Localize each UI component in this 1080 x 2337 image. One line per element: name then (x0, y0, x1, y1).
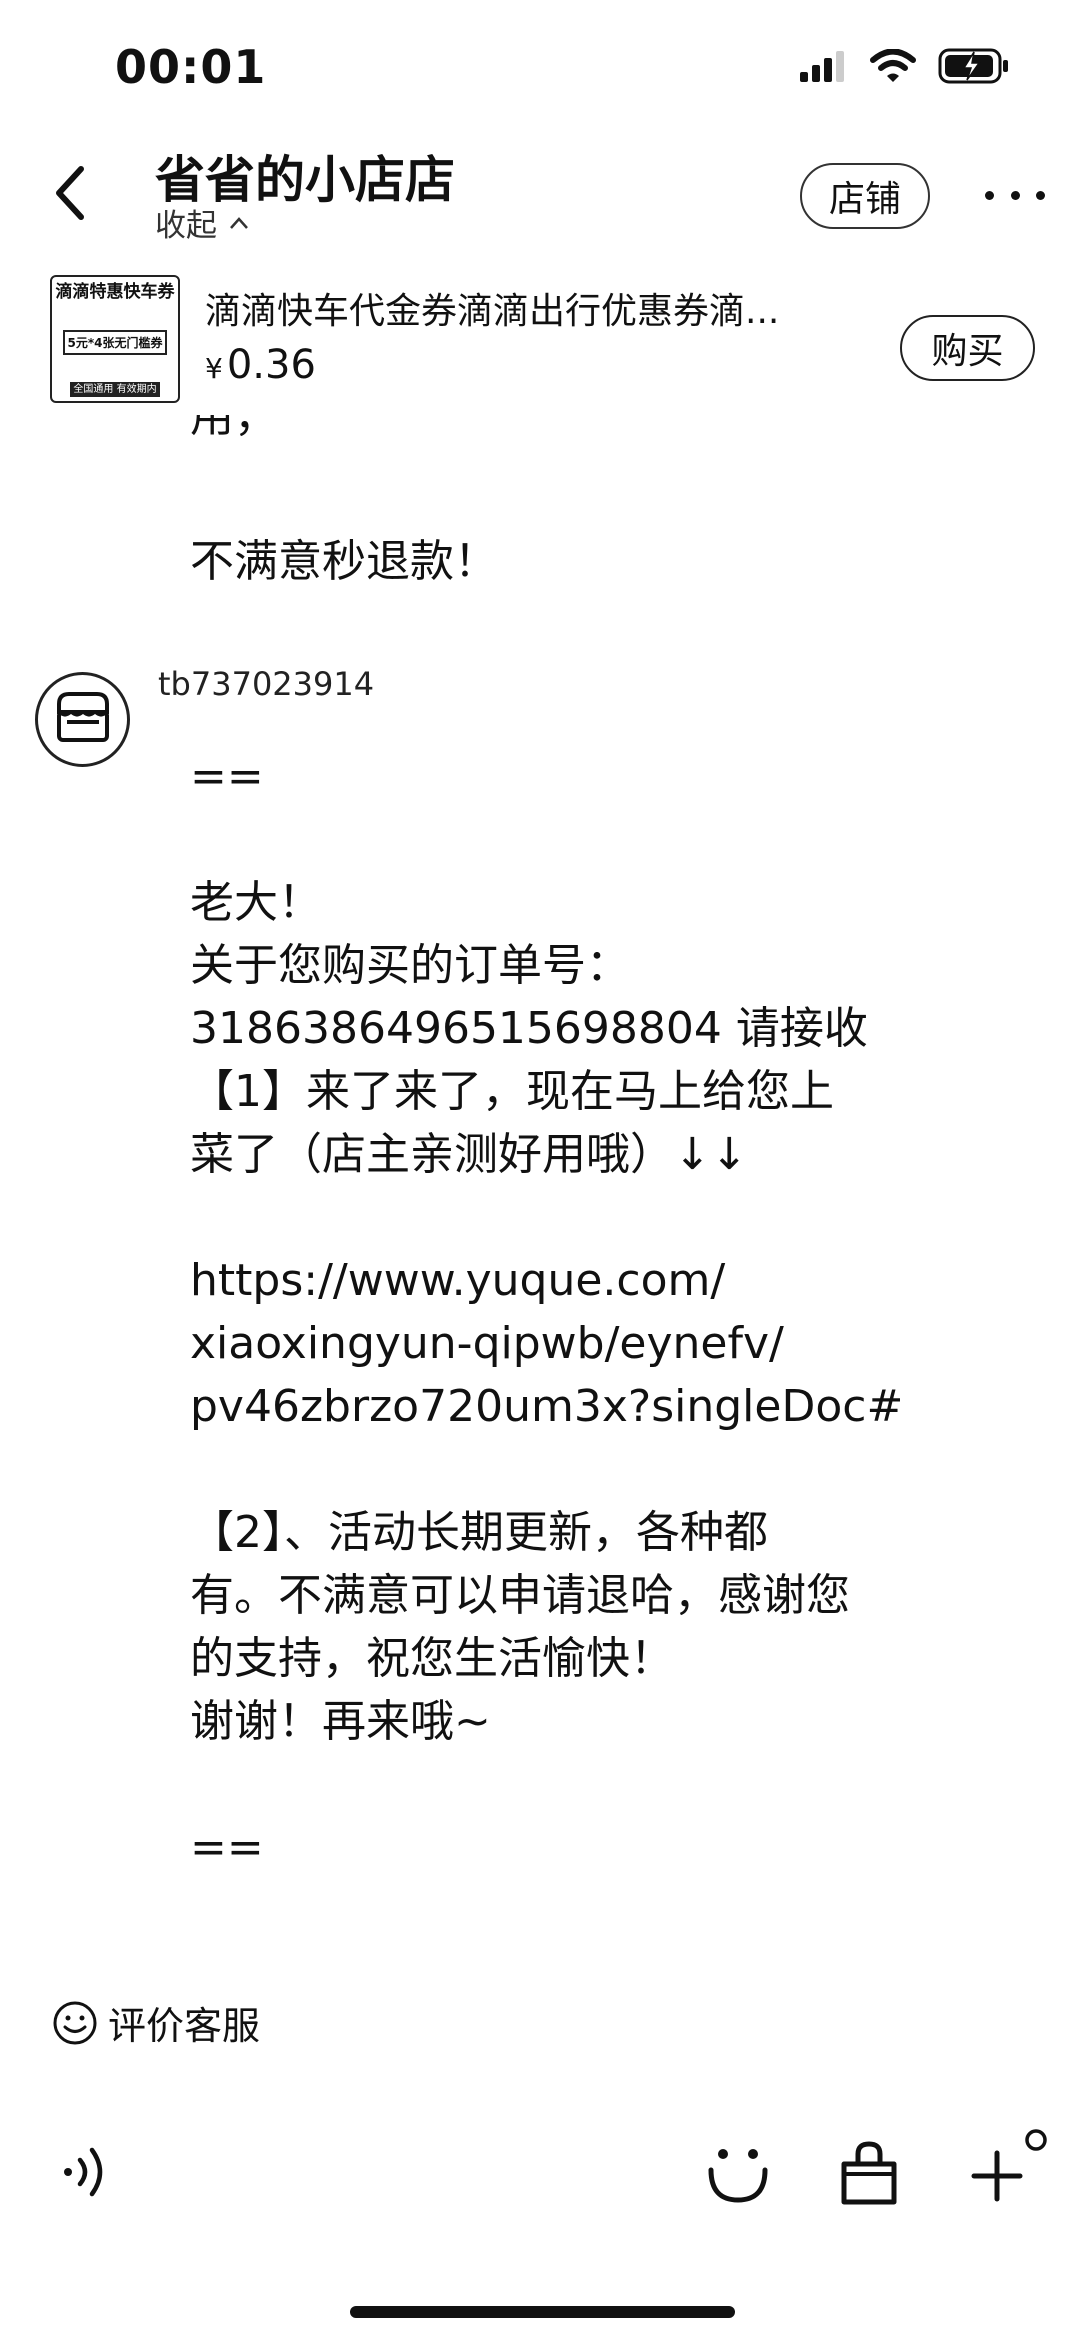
currency-symbol: ¥ (205, 352, 223, 385)
message-paragraph (190, 1753, 950, 1816)
message-paragraph: 【2】、活动长期更新，各种都 (190, 1507, 768, 1558)
message-paragraph (190, 808, 950, 871)
thumb-top-text: 滴滴特惠快车券 (55, 282, 175, 302)
message-paragraph: 有。不满意可以申请退哈，感谢您 (190, 1570, 850, 1621)
message-paragraph (190, 1438, 950, 1501)
partial-message-text: 用， (190, 415, 278, 442)
back-button[interactable] (45, 158, 95, 228)
rate-service-button[interactable]: 评价客服 (52, 1995, 260, 2050)
price-value: 0.36 (226, 342, 316, 388)
store-button[interactable]: 店铺 (800, 163, 930, 229)
status-icons (800, 48, 1010, 84)
message-paragraph (190, 1186, 950, 1249)
message-paragraph: == (190, 751, 264, 802)
message-line: 不满意秒退款！ (190, 536, 498, 587)
message-link[interactable]: xiaoxingyun-qipwb/eynefv/ (190, 1312, 950, 1375)
product-thumbnail[interactable]: 滴滴特惠快车券 5元*4张无门槛券 全国通用 有效期内 (50, 275, 180, 403)
thumb-bottom-text: 全国通用 有效期内 (70, 382, 160, 397)
rate-service-label: 评价客服 (108, 2004, 261, 2048)
message-paragraph: 3186386496515698804 请接收 (190, 1003, 868, 1054)
buy-button[interactable]: 购买 (900, 315, 1035, 381)
message-paragraph: 关于您购买的订单号： (190, 940, 630, 991)
home-indicator[interactable] (350, 2306, 735, 2318)
collapse-label: 收起 (155, 208, 217, 244)
message-paragraph: 的支持，祝您生活愉快！ (190, 1633, 674, 1684)
chevron-up-icon (230, 216, 248, 229)
battery-charging-icon (938, 48, 1008, 84)
smile-icon (53, 2001, 97, 2044)
product-title[interactable]: 滴滴快车代金券滴滴出行优惠券滴... (205, 282, 845, 334)
message-link[interactable]: https://www.yuque.com/ (190, 1249, 950, 1312)
shop-avatar-icon (56, 691, 109, 742)
back-icon (56, 166, 84, 220)
thumb-middle-text: 5元*4张无门槛券 (62, 330, 168, 355)
message-paragraph: 【1】来了来了，现在马上给您上 (190, 1066, 834, 1117)
message-paragraph: 老大！ (190, 877, 322, 928)
signal-icon (800, 51, 844, 82)
collapse-toggle[interactable]: 收起 (155, 200, 249, 245)
emoji-icon[interactable] (705, 2140, 771, 2206)
message-link[interactable]: pv46zbrzo720um3x?singleDoc# (190, 1375, 950, 1438)
message-paragraph: 谢谢！再来哦~ (190, 1696, 491, 1747)
plus-icon[interactable] (970, 2128, 1050, 2208)
shopping-bag-icon[interactable] (838, 2140, 900, 2206)
sender-name: tb737023914 (158, 665, 375, 703)
message-body: == 老大！ 关于您购买的订单号： 3186386496515698804 请接… (190, 745, 950, 1879)
status-time: 00:01 (115, 40, 267, 94)
wifi-icon (870, 49, 916, 82)
message-paragraph: 菜了（店主亲测好用哦）↓↓ (190, 1129, 748, 1180)
sender-avatar[interactable] (35, 672, 130, 767)
more-icon[interactable] (985, 170, 1045, 220)
message-paragraph: == (190, 1822, 264, 1873)
voice-icon[interactable] (60, 2142, 115, 2202)
product-price: ¥0.36 (205, 342, 316, 388)
